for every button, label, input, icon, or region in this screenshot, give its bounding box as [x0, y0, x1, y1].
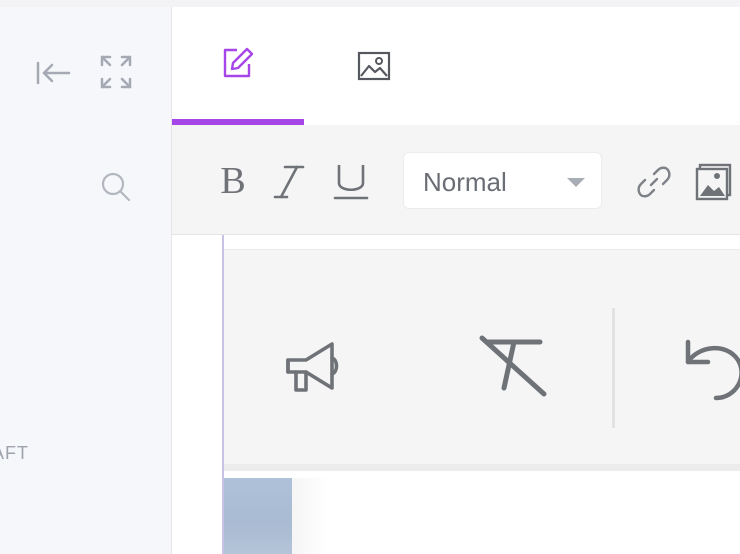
link-icon: [637, 166, 671, 198]
clear-format-icon[interactable]: [472, 332, 552, 400]
popover-divider: [612, 308, 615, 428]
tab-image[interactable]: [304, 7, 444, 125]
status-label: AFT: [0, 443, 29, 463]
editor-tabbar: [172, 7, 740, 125]
actions-popover: [224, 249, 740, 471]
tab-edit[interactable]: [172, 7, 304, 125]
fullscreen-icon[interactable]: [99, 54, 133, 90]
collapse-left-icon[interactable]: [35, 60, 71, 86]
format-select-value: Normal: [423, 167, 507, 197]
thumbnail-shadow: [292, 478, 328, 554]
underline-button[interactable]: [332, 161, 370, 203]
bold-button[interactable]: B: [216, 160, 250, 202]
image-thumbnail[interactable]: [224, 478, 292, 554]
paragraph-format-select[interactable]: Normal: [403, 152, 602, 209]
insert-image-button[interactable]: [694, 161, 734, 201]
italic-button[interactable]: [272, 161, 306, 201]
link-button[interactable]: [637, 165, 671, 199]
italic-icon: [273, 165, 305, 199]
left-sidebar: AFT: [0, 7, 172, 554]
undo-icon[interactable]: [680, 336, 740, 406]
editor-content: [172, 235, 740, 554]
pencil-square-icon: [220, 45, 256, 81]
search-icon[interactable]: [99, 170, 133, 204]
menu-icon[interactable]: [0, 57, 6, 87]
insert-image-icon: [695, 163, 732, 201]
underline-icon: [333, 165, 369, 200]
image-icon: [356, 50, 392, 82]
format-toolbar: B Normal: [172, 125, 740, 235]
chevron-down-icon: [567, 178, 585, 187]
megaphone-icon[interactable]: [282, 336, 344, 398]
top-band: [0, 0, 740, 7]
